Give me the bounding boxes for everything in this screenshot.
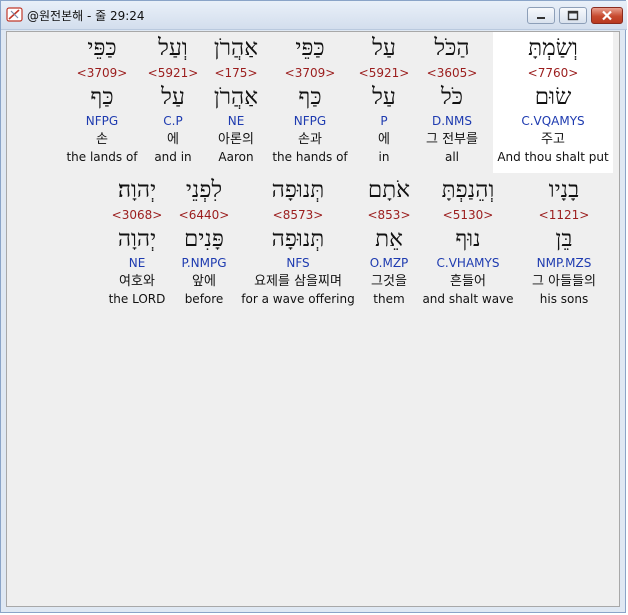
morphology-code: NFPG <box>85 114 119 128</box>
lemma-word: כַּף <box>90 84 114 110</box>
english-gloss: the lands of <box>66 150 138 164</box>
minimize-button[interactable] <box>527 7 555 24</box>
hebrew-word: כַּפֵּי <box>87 35 117 61</box>
maximize-button[interactable] <box>559 7 587 24</box>
window-title: @원전본해 - 줄 29:24 <box>27 9 145 23</box>
app-icon <box>6 7 23 22</box>
korean-gloss: 손 <box>96 132 108 147</box>
minimize-icon <box>537 17 545 19</box>
close-icon <box>602 10 612 21</box>
korean-gloss: 여호와 <box>119 274 155 289</box>
maximize-icon <box>567 10 579 21</box>
hebrew-word: יְהוָה׃ <box>117 177 157 203</box>
close-button[interactable] <box>591 7 623 24</box>
lemma-word: יְהוָה <box>117 226 157 252</box>
morphology-code: NE <box>128 256 146 270</box>
english-gloss: the LORD <box>108 292 166 306</box>
title-bar[interactable]: @원전본해 - 줄 29:24 <box>1 1 627 30</box>
strong-number: <3068> <box>111 208 163 222</box>
app-window: @원전본해 - 줄 29:24 וְשַׂמְתָּ <7760> שׂוּם … <box>0 0 627 613</box>
strong-number: <3709> <box>76 66 128 80</box>
interlinear-panel[interactable]: וְשַׂמְתָּ <7760> שׂוּם C.VQAMYS 주고 And … <box>6 31 620 607</box>
